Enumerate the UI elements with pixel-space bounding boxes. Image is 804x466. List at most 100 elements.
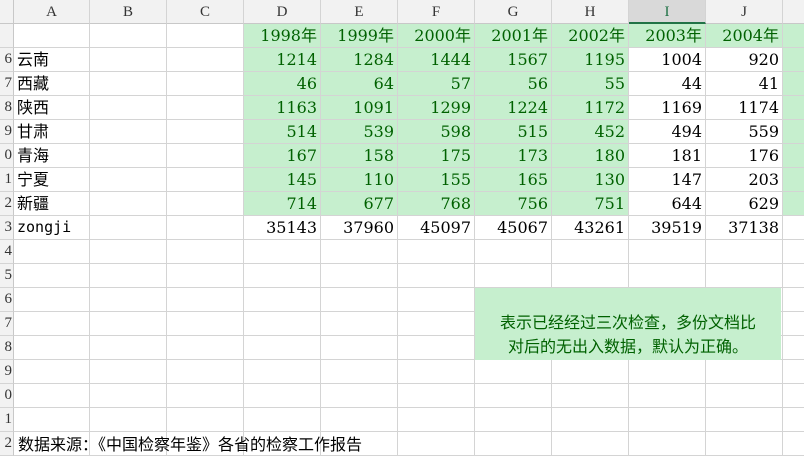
year-header-cell[interactable]: 1998年	[244, 24, 321, 48]
cell[interactable]	[14, 240, 90, 264]
value-cell[interactable]: 130	[552, 168, 629, 192]
total-value-cell[interactable]: 35143	[244, 216, 321, 240]
cell[interactable]	[783, 288, 804, 312]
column-header-a[interactable]: A	[14, 0, 90, 24]
column-header-i[interactable]: I	[629, 0, 706, 24]
value-cell[interactable]: 1299	[398, 96, 475, 120]
cell[interactable]	[167, 384, 244, 408]
cell[interactable]	[475, 360, 552, 384]
value-cell[interactable]: 629	[706, 192, 783, 216]
cell[interactable]	[552, 408, 629, 432]
value-cell[interactable]: 677	[321, 192, 398, 216]
cell[interactable]	[321, 264, 398, 288]
cell[interactable]	[783, 216, 804, 240]
cell[interactable]	[783, 360, 804, 384]
value-cell[interactable]: 1444	[398, 48, 475, 72]
column-header-c[interactable]: C	[167, 0, 244, 24]
column-header-g[interactable]: G	[475, 0, 552, 24]
cell[interactable]	[629, 240, 706, 264]
row-header[interactable]: 3	[0, 216, 14, 240]
column-header-e[interactable]: E	[321, 0, 398, 24]
value-cell[interactable]: 158	[321, 144, 398, 168]
value-cell[interactable]: 56	[475, 72, 552, 96]
row-header[interactable]: 1	[0, 168, 14, 192]
cell[interactable]	[167, 408, 244, 432]
spreadsheet-grid[interactable]: ABCDEFGHIJ 67890123456789012 1998年 1999年 2…	[0, 0, 804, 466]
value-cell[interactable]: 1091	[321, 96, 398, 120]
cell[interactable]	[398, 312, 475, 336]
value-cell[interactable]: 44	[629, 72, 706, 96]
cell[interactable]	[475, 264, 552, 288]
row-header[interactable]: 7	[0, 312, 14, 336]
value-cell[interactable]: 644	[629, 192, 706, 216]
row-header[interactable]	[0, 24, 14, 48]
cell[interactable]	[14, 336, 90, 360]
value-cell[interactable]: 1174	[706, 96, 783, 120]
cell[interactable]	[783, 48, 804, 72]
province-cell[interactable]: 西藏	[14, 72, 90, 96]
cell[interactable]	[398, 360, 475, 384]
cell[interactable]	[90, 72, 167, 96]
cell[interactable]	[783, 144, 804, 168]
cell[interactable]	[629, 384, 706, 408]
value-cell[interactable]: 64	[321, 72, 398, 96]
cell[interactable]	[244, 384, 321, 408]
value-cell[interactable]: 756	[475, 192, 552, 216]
cell[interactable]	[783, 72, 804, 96]
column-header-j[interactable]: J	[706, 0, 783, 24]
cell[interactable]	[90, 240, 167, 264]
cell[interactable]	[398, 336, 475, 360]
cell[interactable]	[90, 336, 167, 360]
cell[interactable]	[629, 408, 706, 432]
cell[interactable]	[167, 216, 244, 240]
cell[interactable]	[398, 408, 475, 432]
total-value-cell[interactable]: 45067	[475, 216, 552, 240]
cell[interactable]	[90, 216, 167, 240]
value-cell[interactable]: 145	[244, 168, 321, 192]
cell[interactable]	[398, 432, 475, 456]
cell[interactable]	[783, 312, 804, 336]
value-cell[interactable]: 165	[475, 168, 552, 192]
cell[interactable]	[244, 288, 321, 312]
cell[interactable]	[398, 240, 475, 264]
cell[interactable]	[167, 96, 244, 120]
cell[interactable]	[783, 384, 804, 408]
cell[interactable]	[244, 264, 321, 288]
cell[interactable]	[321, 408, 398, 432]
value-cell[interactable]: 57	[398, 72, 475, 96]
cell[interactable]	[90, 168, 167, 192]
cell[interactable]	[167, 120, 244, 144]
cell[interactable]	[706, 240, 783, 264]
row-header[interactable]: 6	[0, 288, 14, 312]
value-cell[interactable]: 1284	[321, 48, 398, 72]
total-value-cell[interactable]: 37138	[706, 216, 783, 240]
cell[interactable]	[321, 360, 398, 384]
province-cell[interactable]: 甘肃	[14, 120, 90, 144]
cell[interactable]	[167, 168, 244, 192]
value-cell[interactable]: 55	[552, 72, 629, 96]
cell[interactable]	[629, 432, 706, 456]
cell[interactable]	[167, 48, 244, 72]
total-value-cell[interactable]: 45097	[398, 216, 475, 240]
row-header[interactable]: 6	[0, 48, 14, 72]
cell[interactable]	[14, 360, 90, 384]
value-cell[interactable]: 714	[244, 192, 321, 216]
value-cell[interactable]: 494	[629, 120, 706, 144]
row-header[interactable]: 1	[0, 408, 14, 432]
year-header-cell[interactable]: 20	[783, 24, 804, 48]
value-cell[interactable]: 920	[706, 48, 783, 72]
cell[interactable]	[321, 312, 398, 336]
cell[interactable]	[552, 240, 629, 264]
cell[interactable]	[90, 408, 167, 432]
cell[interactable]	[90, 288, 167, 312]
value-cell[interactable]: 751	[552, 192, 629, 216]
note-box[interactable]: 表示已经经过三次检查，多份文档比 对后的无出入数据，默认为正确。	[475, 288, 781, 360]
row-header[interactable]: 9	[0, 120, 14, 144]
source-text[interactable]: 数据来源：《中国检察年鉴》各省的检察工作报告	[18, 433, 362, 456]
cell[interactable]	[90, 360, 167, 384]
cell[interactable]	[167, 288, 244, 312]
row-header[interactable]: 8	[0, 96, 14, 120]
value-cell[interactable]: 203	[706, 168, 783, 192]
cell[interactable]	[321, 384, 398, 408]
year-header-cell[interactable]: 2004年	[706, 24, 783, 48]
